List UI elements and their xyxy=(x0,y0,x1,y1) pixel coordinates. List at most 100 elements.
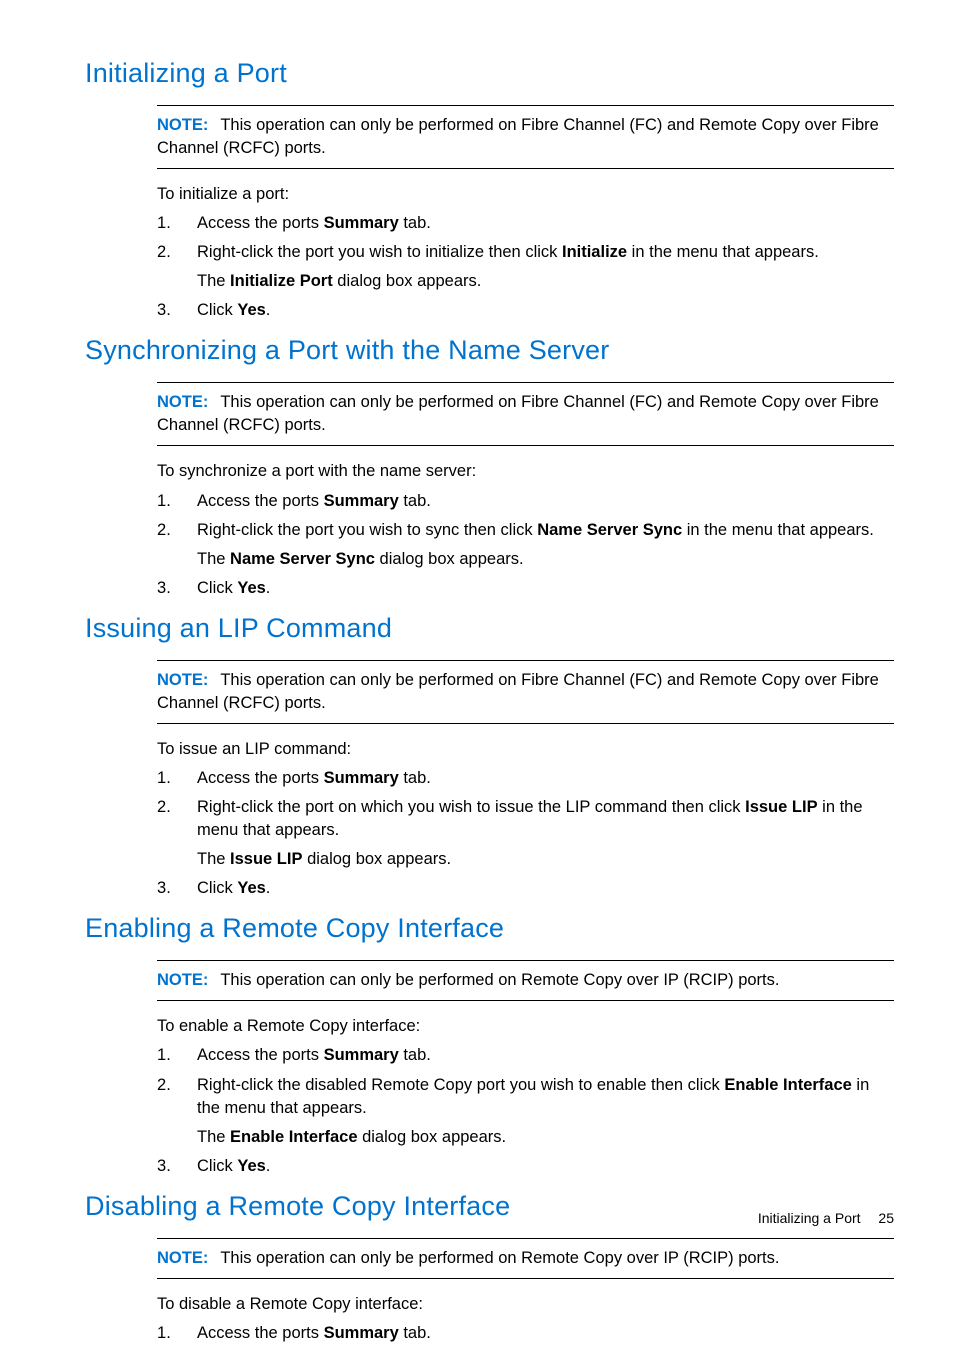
section-issuing-an-lip-command: Issuing an LIP Command NOTE:This operati… xyxy=(85,610,894,901)
step-text-bold: Summary xyxy=(324,492,399,510)
note-text: This operation can only be performed on … xyxy=(220,971,779,989)
step-text-bold: Summary xyxy=(324,769,399,787)
step-text-post: tab. xyxy=(399,1324,431,1342)
step-item: Right-click the port on which you wish t… xyxy=(157,796,894,871)
steps-list: Access the ports Summary tab. Right-clic… xyxy=(157,212,894,322)
step-item: Right-click the port you wish to initial… xyxy=(157,241,894,293)
intro-text: To issue an LIP command: xyxy=(157,738,894,761)
step-text-bold: Name Server Sync xyxy=(537,521,682,539)
step-sub-text: The Initialize Port dialog box appears. xyxy=(197,270,894,293)
section-heading: Initializing a Port xyxy=(85,55,894,93)
section-body: NOTE: This operation can only be performe… xyxy=(157,1238,894,1345)
sub-pre: The xyxy=(197,550,230,568)
sub-post: dialog box appears. xyxy=(375,550,524,568)
step-text-post: . xyxy=(266,579,271,597)
sub-pre: The xyxy=(197,1128,230,1146)
step-item: Access the ports Summary tab. xyxy=(157,212,894,235)
step-text-pre: Click xyxy=(197,579,237,597)
steps-list: Access the ports Summary tab. Right-clic… xyxy=(157,490,894,600)
intro-text: To disable a Remote Copy interface: xyxy=(157,1293,894,1316)
step-item: Click Yes. xyxy=(157,577,894,600)
steps-list: Access the ports Summary tab. Right-clic… xyxy=(157,1044,894,1177)
step-text-bold: Summary xyxy=(324,1046,399,1064)
step-text-pre: Click xyxy=(197,1157,237,1175)
step-text-bold: Yes xyxy=(237,879,265,897)
note-label: NOTE: xyxy=(157,116,208,134)
step-text-pre: Right-click the port you wish to sync th… xyxy=(197,521,537,539)
section-heading: Synchronizing a Port with the Name Serve… xyxy=(85,332,894,370)
step-text-post: in the menu that appears. xyxy=(682,521,874,539)
sub-post: dialog box appears. xyxy=(333,272,482,290)
step-text-bold: Summary xyxy=(324,1324,399,1342)
step-sub-text: The Name Server Sync dialog box appears. xyxy=(197,548,894,571)
section-heading: Issuing an LIP Command xyxy=(85,610,894,648)
note-label: NOTE: xyxy=(157,393,208,411)
step-text-pre: Access the ports xyxy=(197,214,324,232)
section-body: NOTE:This operation can only be performe… xyxy=(157,382,894,600)
section-body: NOTE:This operation can only be performe… xyxy=(157,660,894,901)
step-item: Click Yes. xyxy=(157,877,894,900)
step-text-post: tab. xyxy=(399,214,431,232)
section-synchronizing-a-port: Synchronizing a Port with the Name Serve… xyxy=(85,332,894,599)
note-text: This operation can only be performed on … xyxy=(157,116,879,157)
page-footer: Initializing a Port 25 xyxy=(758,1209,894,1229)
step-item: Right-click the disabled Remote Copy por… xyxy=(157,1074,894,1149)
step-sub-text: The Issue LIP dialog box appears. xyxy=(197,848,894,871)
sub-bold: Enable Interface xyxy=(230,1128,357,1146)
section-enabling-remote-copy-interface: Enabling a Remote Copy Interface NOTE: Th… xyxy=(85,910,894,1177)
step-text-pre: Click xyxy=(197,879,237,897)
step-text-post: . xyxy=(266,301,271,319)
section-body: NOTE:This operation can only be performe… xyxy=(157,105,894,323)
note-text: This operation can only be performed on … xyxy=(220,1249,779,1267)
step-text-post: . xyxy=(266,879,271,897)
step-text-post: . xyxy=(266,1157,271,1175)
sub-pre: The xyxy=(197,272,230,290)
footer-page-number: 25 xyxy=(878,1210,894,1226)
note-label: NOTE: xyxy=(157,1249,208,1267)
sub-bold: Name Server Sync xyxy=(230,550,375,568)
step-text-pre: Right-click the disabled Remote Copy por… xyxy=(197,1076,724,1094)
sub-pre: The xyxy=(197,850,230,868)
step-text-pre: Access the ports xyxy=(197,1324,324,1342)
steps-list: Access the ports Summary tab. Right-clic… xyxy=(157,767,894,900)
intro-text: To synchronize a port with the name serv… xyxy=(157,460,894,483)
note-box: NOTE:This operation can only be performe… xyxy=(157,105,894,169)
step-text-bold: Yes xyxy=(237,579,265,597)
step-text-post: tab. xyxy=(399,1046,431,1064)
step-text-post: tab. xyxy=(399,769,431,787)
step-text-bold: Enable Interface xyxy=(724,1076,851,1094)
sub-post: dialog box appears. xyxy=(358,1128,507,1146)
step-text-pre: Access the ports xyxy=(197,492,324,510)
step-text-pre: Click xyxy=(197,301,237,319)
step-item: Click Yes. xyxy=(157,1155,894,1178)
section-heading: Enabling a Remote Copy Interface xyxy=(85,910,894,948)
intro-text: To initialize a port: xyxy=(157,183,894,206)
note-box: NOTE: This operation can only be performe… xyxy=(157,960,894,1001)
step-text-pre: Right-click the port on which you wish t… xyxy=(197,798,745,816)
step-item: Access the ports Summary tab. xyxy=(157,490,894,513)
step-item: Access the ports Summary tab. xyxy=(157,1322,894,1345)
sub-post: dialog box appears. xyxy=(302,850,451,868)
sub-bold: Initialize Port xyxy=(230,272,333,290)
intro-text: To enable a Remote Copy interface: xyxy=(157,1015,894,1038)
sub-bold: Issue LIP xyxy=(230,850,302,868)
note-box: NOTE:This operation can only be performe… xyxy=(157,382,894,446)
step-item: Click Yes. xyxy=(157,299,894,322)
steps-list: Access the ports Summary tab. xyxy=(157,1322,894,1345)
note-text: This operation can only be performed on … xyxy=(157,393,879,434)
section-initializing-a-port: Initializing a Port NOTE:This operation … xyxy=(85,55,894,322)
step-sub-text: The Enable Interface dialog box appears. xyxy=(197,1126,894,1149)
note-label: NOTE: xyxy=(157,971,208,989)
step-text-bold: Yes xyxy=(237,1157,265,1175)
step-item: Access the ports Summary tab. xyxy=(157,767,894,790)
step-text-post: in the menu that appears. xyxy=(627,243,819,261)
step-text-pre: Access the ports xyxy=(197,769,324,787)
note-label: NOTE: xyxy=(157,671,208,689)
note-box: NOTE: This operation can only be performe… xyxy=(157,1238,894,1279)
step-text-post: tab. xyxy=(399,492,431,510)
step-text-bold: Summary xyxy=(324,214,399,232)
step-text-pre: Right-click the port you wish to initial… xyxy=(197,243,562,261)
section-body: NOTE: This operation can only be performe… xyxy=(157,960,894,1178)
step-text-bold: Issue LIP xyxy=(745,798,817,816)
note-text: This operation can only be performed on … xyxy=(157,671,879,712)
